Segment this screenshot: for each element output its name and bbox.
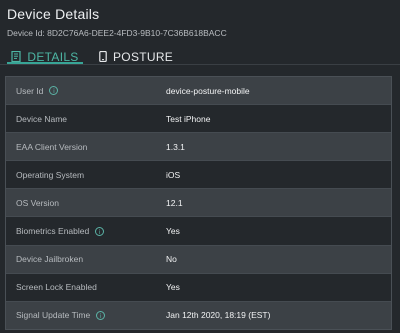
- table-row: EAA Client Version 1.3.1: [6, 133, 391, 162]
- row-label-text: Device Name: [16, 113, 68, 124]
- row-label: Screen Lock Enabled: [6, 282, 166, 292]
- row-label: OS Version: [6, 198, 166, 208]
- row-label-text: Device Jailbroken: [16, 254, 84, 265]
- row-value: Test iPhone: [166, 113, 211, 124]
- row-value: Yes: [166, 226, 180, 237]
- row-label: EAA Client Version: [6, 142, 166, 152]
- device-id-label: Device Id:: [7, 28, 45, 38]
- table-row: Screen Lock Enabled Yes: [6, 273, 391, 302]
- row-label-text: EAA Client Version: [16, 141, 88, 152]
- row-value: 1.3.1: [166, 141, 185, 152]
- info-icon[interactable]: i: [96, 310, 106, 320]
- device-id-value: 8D2C76A6-DEE2-4FD3-9B10-7C36B618BACC: [47, 28, 227, 38]
- row-label: User Id i: [6, 86, 166, 96]
- table-row: Device Jailbroken No: [6, 245, 391, 274]
- row-label-text: User Id: [16, 85, 44, 96]
- table-row: Operating System iOS: [6, 161, 391, 190]
- row-value: 12.1: [166, 197, 183, 208]
- table-row: OS Version 12.1: [6, 189, 391, 218]
- details-table: User Id i device-posture-mobile Device N…: [5, 76, 392, 330]
- table-row: Device Name Test iPhone: [6, 105, 391, 134]
- row-label-text: Operating System: [16, 169, 85, 180]
- page-title: Device Details: [7, 6, 100, 22]
- row-label-text: OS Version: [16, 197, 59, 208]
- row-value: Yes: [166, 282, 180, 293]
- mobile-icon: [99, 51, 107, 62]
- row-label: Device Name: [6, 114, 166, 124]
- info-icon[interactable]: i: [49, 86, 59, 96]
- document-icon: [11, 51, 21, 62]
- table-row: Signal Update Time i Jan 12th 2020, 18:1…: [6, 301, 391, 329]
- row-label-text: Biometrics Enabled: [16, 226, 90, 237]
- table-row: User Id i device-posture-mobile: [6, 77, 391, 106]
- table-row: Biometrics Enabled i Yes: [6, 217, 391, 246]
- device-id: Device Id: 8D2C76A6-DEE2-4FD3-9B10-7C36B…: [7, 28, 227, 38]
- info-icon[interactable]: i: [95, 226, 105, 236]
- row-value: Jan 12th 2020, 18:19 (EST): [166, 310, 271, 321]
- row-label-text: Signal Update Time: [16, 310, 91, 321]
- row-label: Operating System: [6, 170, 166, 180]
- row-label-text: Screen Lock Enabled: [16, 282, 97, 293]
- row-label: Signal Update Time i: [6, 310, 166, 320]
- tabs-divider: [0, 64, 400, 65]
- row-value: No: [166, 254, 177, 265]
- tab-posture-label: POSTURE: [113, 49, 174, 64]
- row-value: device-posture-mobile: [166, 85, 250, 96]
- row-value: iOS: [166, 169, 181, 180]
- row-label: Device Jailbroken: [6, 254, 166, 264]
- row-label: Biometrics Enabled i: [6, 226, 166, 236]
